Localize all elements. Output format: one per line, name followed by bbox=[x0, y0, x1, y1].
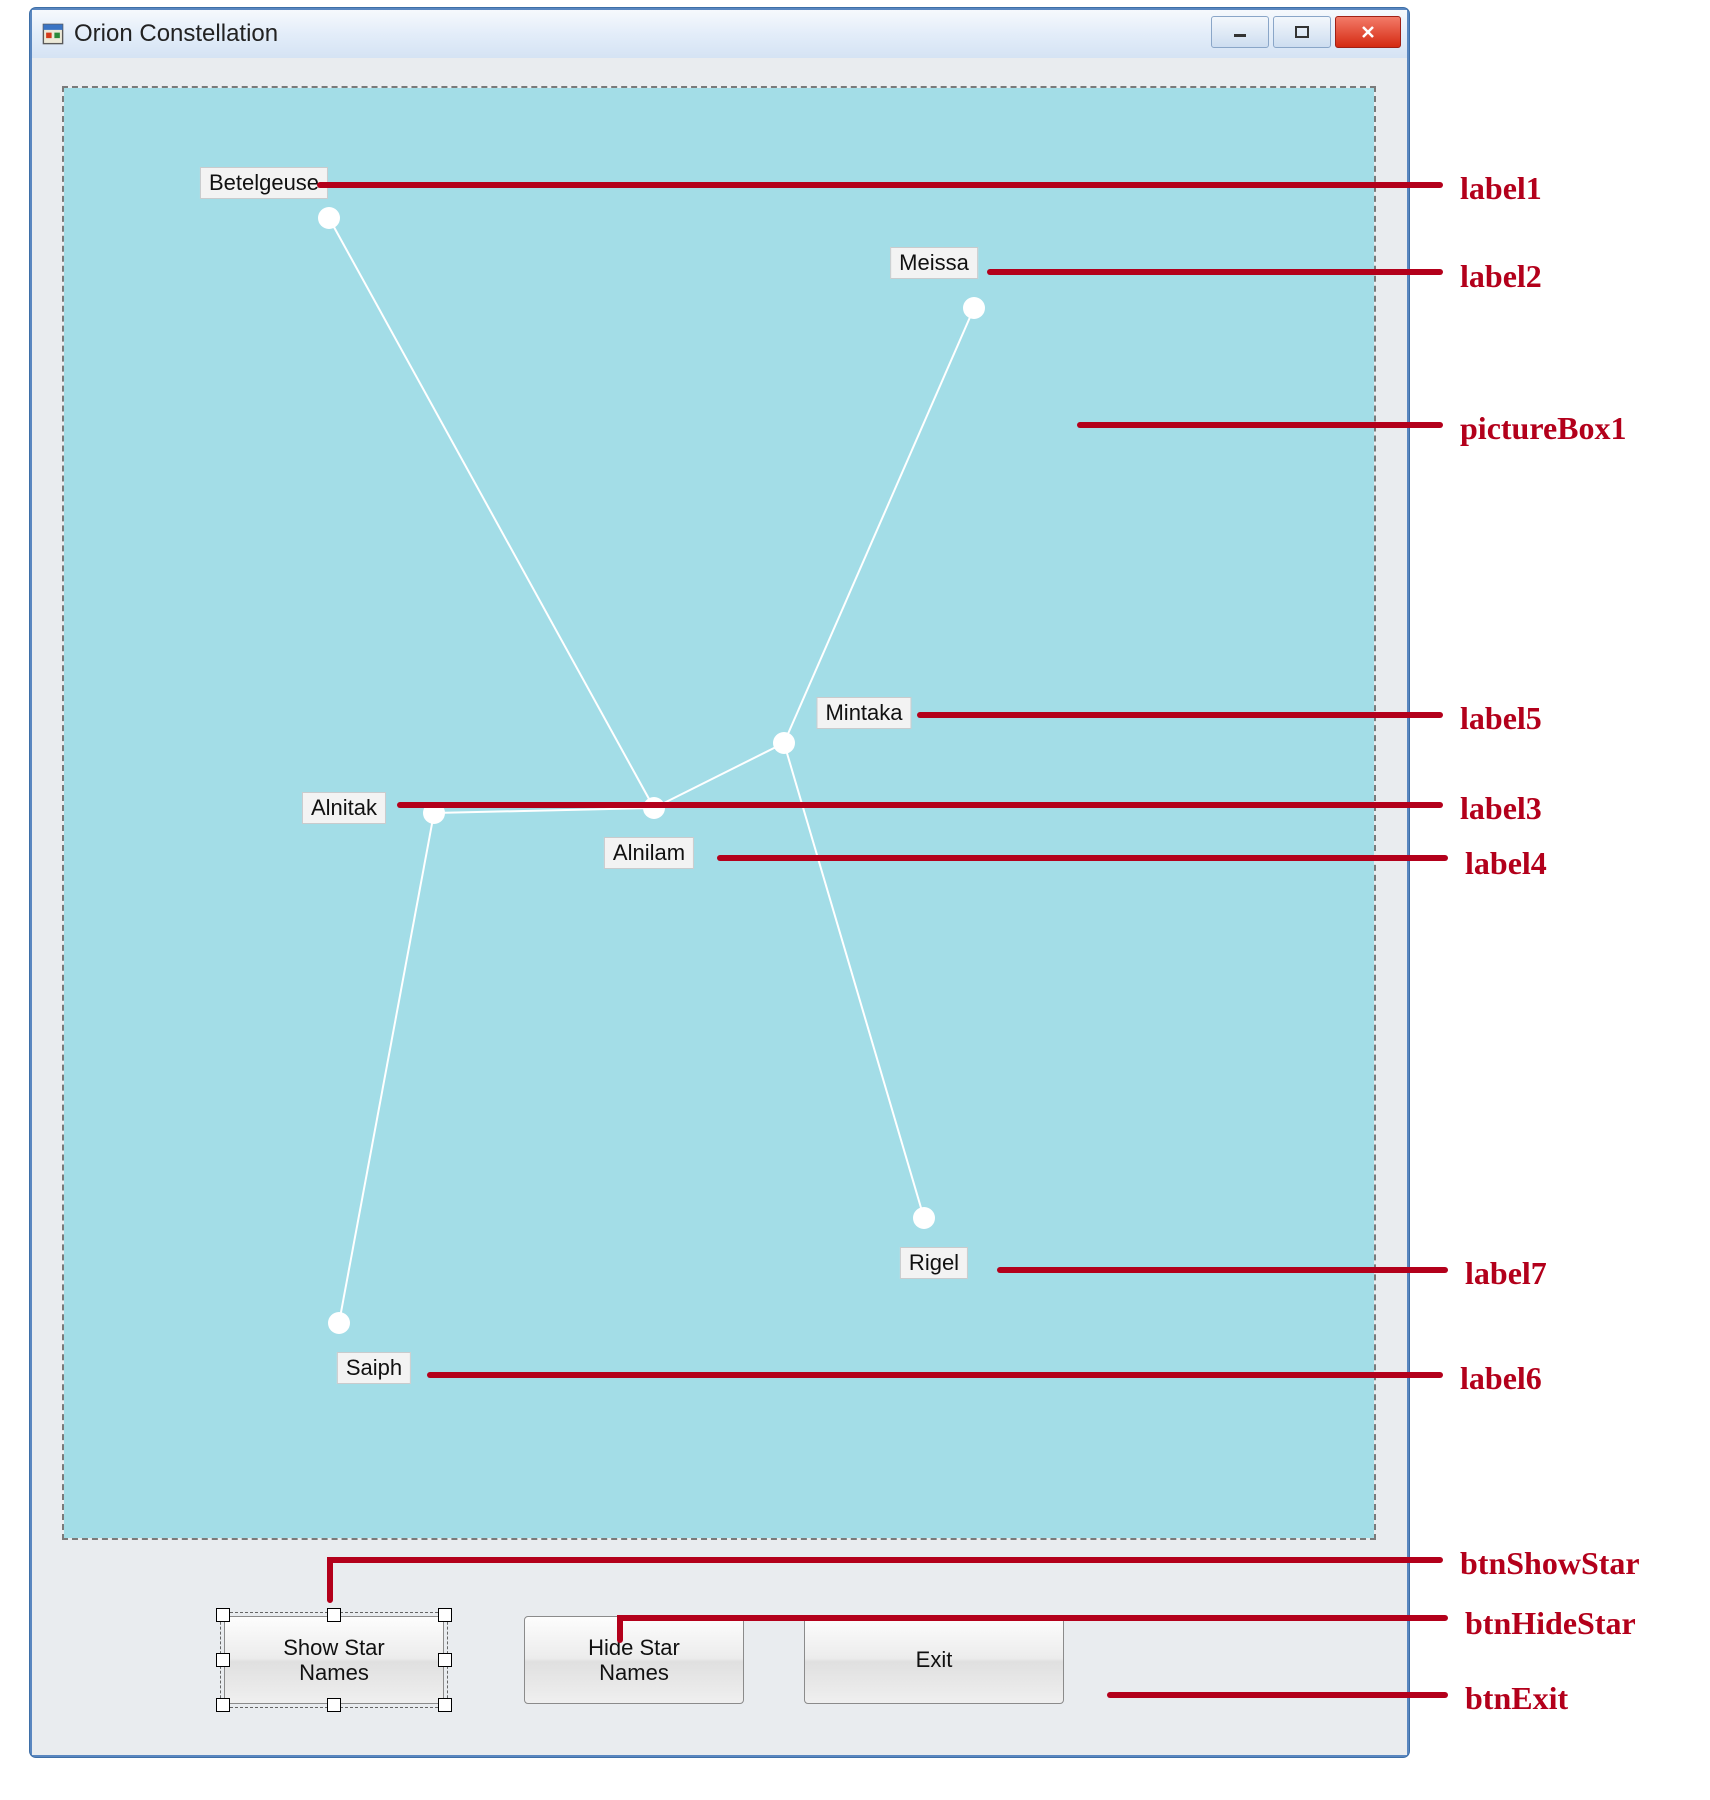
btn-hide-star[interactable]: Hide Star Names bbox=[524, 1616, 744, 1704]
window-title: Orion Constellation bbox=[74, 20, 278, 48]
close-button[interactable] bbox=[1335, 16, 1401, 48]
minimize-button[interactable] bbox=[1211, 16, 1269, 48]
annotation-btnhidestar: btnHideStar bbox=[1465, 1605, 1636, 1642]
annotation-label5: label5 bbox=[1460, 700, 1542, 737]
label4-alnilam: Alnilam bbox=[604, 837, 694, 869]
annotation-label2: label2 bbox=[1460, 258, 1542, 295]
label6-saiph: Saiph bbox=[337, 1352, 411, 1384]
annotation-btnshowstar: btnShowStar bbox=[1460, 1545, 1640, 1582]
selection-handles: Show Star Names bbox=[224, 1616, 444, 1704]
button-row: Show Star Names Hide Star Names Exit bbox=[64, 1605, 1375, 1715]
label5-mintaka: Mintaka bbox=[816, 697, 911, 729]
annotation-btnexit: btnExit bbox=[1465, 1680, 1568, 1717]
label2-meissa: Meissa bbox=[890, 247, 978, 279]
annotation-label3: label3 bbox=[1460, 790, 1542, 827]
annotation-picturebox1: pictureBox1 bbox=[1460, 410, 1627, 447]
annotation-label7: label7 bbox=[1465, 1255, 1547, 1292]
annotation-label6: label6 bbox=[1460, 1360, 1542, 1397]
form-client-area: Betelgeuse Meissa Mintaka Alnilam Alnita… bbox=[32, 58, 1407, 1755]
label3-alnitak: Alnitak bbox=[302, 792, 386, 824]
titlebar[interactable]: Orion Constellation bbox=[32, 10, 1407, 59]
btn-show-star[interactable]: Show Star Names bbox=[224, 1616, 444, 1704]
form-window: Orion Constellation bbox=[30, 8, 1409, 1757]
constellation-lines-icon bbox=[64, 88, 1374, 1538]
maximize-button[interactable] bbox=[1273, 16, 1331, 48]
annotation-label4: label4 bbox=[1465, 845, 1547, 882]
form-icon bbox=[42, 23, 64, 45]
btn-exit[interactable]: Exit bbox=[804, 1616, 1064, 1704]
label7-rigel: Rigel bbox=[900, 1247, 968, 1279]
label1-betelgeuse: Betelgeuse bbox=[200, 167, 328, 199]
annotation-label1: label1 bbox=[1460, 170, 1542, 207]
picturebox1: Betelgeuse Meissa Mintaka Alnilam Alnita… bbox=[64, 88, 1374, 1538]
